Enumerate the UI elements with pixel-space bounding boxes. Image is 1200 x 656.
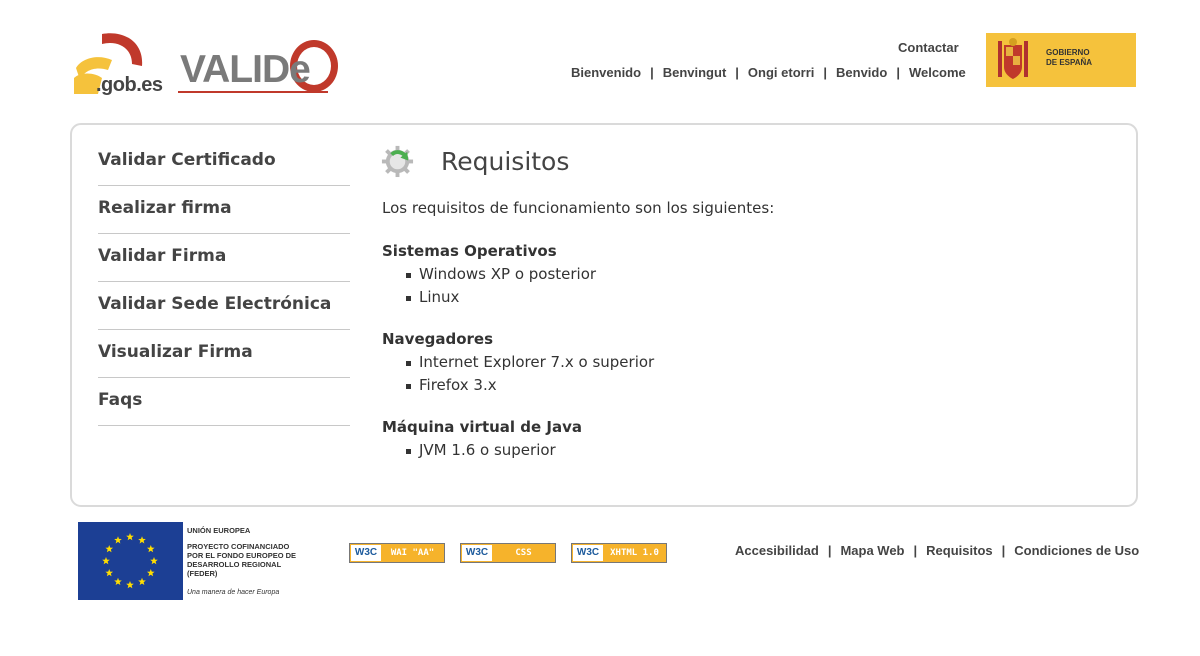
valide-logo[interactable]: VALIDe <box>178 38 343 98</box>
eu-title: UNIÓN EUROPEA <box>187 526 251 535</box>
gear-refresh-icon <box>381 145 414 178</box>
badge-tag: CSS <box>515 548 532 558</box>
gobierno-de-espana-logo[interactable]: GOBIERNO DE ESPAÑA <box>986 33 1136 87</box>
badge-tag: WAI "AA" <box>390 548 435 558</box>
requirements-list: Windows XP o posterior Linux <box>382 265 882 311</box>
w3c-logo: W3C <box>573 545 603 561</box>
footer-link-mapa-web[interactable]: Mapa Web <box>840 543 904 558</box>
intro-text: Los requisitos de funcionamiento son los… <box>382 199 775 217</box>
eu-feder-logo[interactable]: UNIÓN EUROPEA PROYECTO COFINANCIADO POR … <box>78 522 304 600</box>
sidebar-item-visualizar-firma[interactable]: Visualizar Firma <box>98 330 350 378</box>
sidebar-item-faqs[interactable]: Faqs <box>98 378 350 426</box>
separator: | <box>735 65 739 80</box>
footer-link-accesibilidad[interactable]: Accesibilidad <box>735 543 819 558</box>
list-item: JVM 1.6 o superior <box>406 441 882 464</box>
section-heading: Navegadores <box>382 330 494 348</box>
list-item: Linux <box>406 288 882 311</box>
sidebar-item-validar-sede[interactable]: Validar Sede Electrónica <box>98 282 350 330</box>
eu-line: POR EL FONDO EUROPEO DE <box>187 551 297 560</box>
gob-es-text: .gob.es <box>96 74 163 96</box>
requirements-section-browsers: Navegadores Internet Explorer 7.x o supe… <box>382 330 882 399</box>
w3c-logo: W3C <box>462 545 492 561</box>
contact-link[interactable]: Contactar <box>898 40 959 55</box>
lang-link-eu[interactable]: Ongi etorri <box>748 65 814 80</box>
eu-line: DESARROLLO REGIONAL <box>187 560 282 569</box>
separator: | <box>823 65 828 80</box>
sidebar-menu: Validar Certificado Realizar firma Valid… <box>98 138 350 426</box>
requirements-section-java: Máquina virtual de Java JVM 1.6 o superi… <box>382 418 882 464</box>
page-title: Requisitos <box>441 147 570 176</box>
eu-slogan: Una manera de hacer Europa <box>187 589 280 596</box>
footer-link-requisitos[interactable]: Requisitos <box>926 543 992 558</box>
lang-link-en[interactable]: Welcome <box>909 65 966 80</box>
section-heading: Sistemas Operativos <box>382 242 557 260</box>
eu-flag-icon <box>78 522 183 600</box>
lang-link-es[interactable]: Bienvenido <box>571 65 641 80</box>
separator: | <box>827 543 832 558</box>
lang-link-ca[interactable]: Benvingut <box>663 65 727 80</box>
separator: | <box>913 543 918 558</box>
list-item: Internet Explorer 7.x o superior <box>406 353 882 376</box>
separator: | <box>1001 543 1006 558</box>
requirements-list: Internet Explorer 7.x o superior Firefox… <box>382 353 882 399</box>
requirements-list: JVM 1.6 o superior <box>382 441 882 464</box>
lang-link-gl[interactable]: Benvido <box>836 65 887 80</box>
eu-line: PROYECTO COFINANCIADO <box>187 542 290 551</box>
w3c-css-badge[interactable]: W3C CSS <box>460 543 556 563</box>
separator: | <box>650 65 654 80</box>
gobierno-label-line2: DE ESPAÑA <box>1046 58 1093 67</box>
valide-text: VALIDe <box>180 48 311 91</box>
separator: | <box>896 65 900 80</box>
coat-of-arms-icon <box>998 38 1028 79</box>
w3c-xhtml-badge[interactable]: W3C XHTML 1.0 <box>571 543 667 563</box>
footer-nav: Accesibilidad | Mapa Web | Requisitos | … <box>735 543 1139 558</box>
w3c-wai-aa-badge[interactable]: W3C WAI "AA" <box>349 543 445 563</box>
language-nav: Bienvenido | Benvingut | Ongi etorri | B… <box>571 65 966 80</box>
gob-es-logo[interactable]: .gob.es <box>72 28 168 100</box>
badge-tag: XHTML 1.0 <box>610 548 659 558</box>
eu-line: (FEDER) <box>187 569 218 578</box>
sidebar-item-realizar-firma[interactable]: Realizar firma <box>98 186 350 234</box>
w3c-logo: W3C <box>351 545 381 561</box>
sidebar-item-validar-firma[interactable]: Validar Firma <box>98 234 350 282</box>
requirements-section-os: Sistemas Operativos Windows XP o posteri… <box>382 242 882 311</box>
list-item: Windows XP o posterior <box>406 265 882 288</box>
eu-feder-text: UNIÓN EUROPEA PROYECTO COFINANCIADO POR … <box>187 526 296 597</box>
gobierno-label-line1: GOBIERNO <box>1046 48 1090 57</box>
footer-link-condiciones[interactable]: Condiciones de Uso <box>1014 543 1139 558</box>
list-item: Firefox 3.x <box>406 376 882 399</box>
sidebar-item-validar-certificado[interactable]: Validar Certificado <box>98 138 350 186</box>
gobierno-label: GOBIERNO DE ESPAÑA <box>1046 48 1092 68</box>
section-heading: Máquina virtual de Java <box>382 418 583 436</box>
